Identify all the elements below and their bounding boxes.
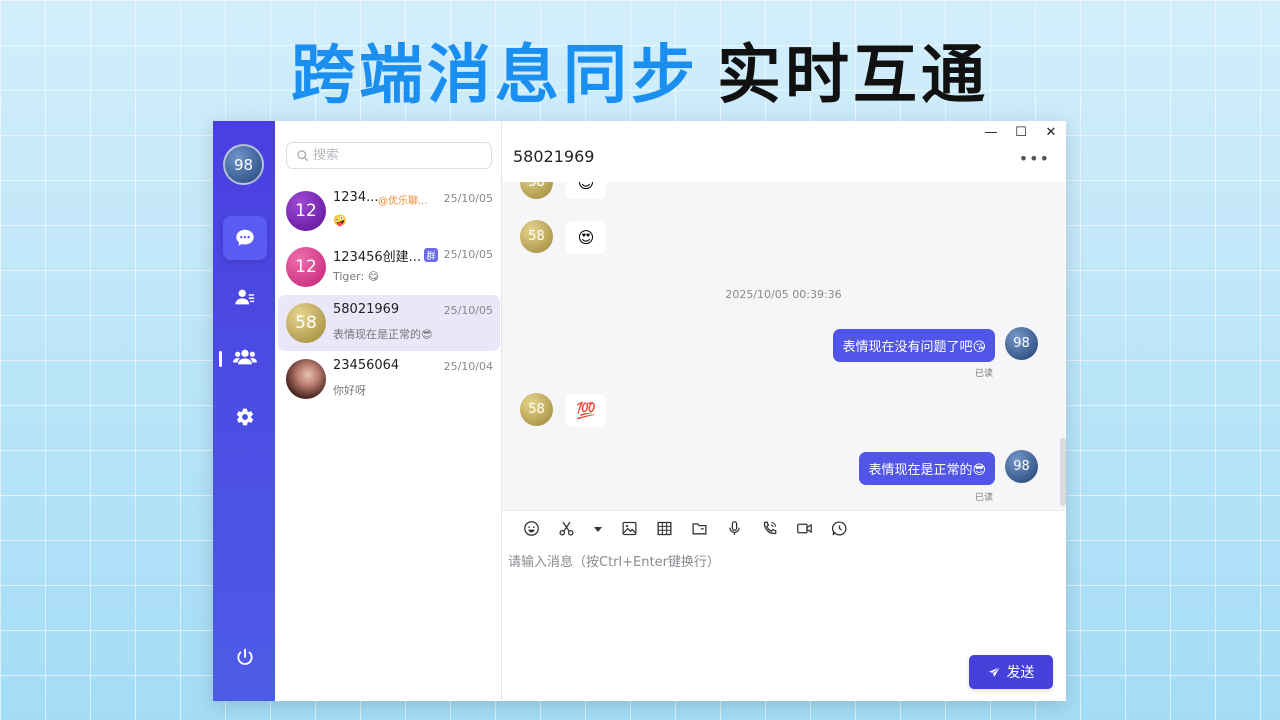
group-icon bbox=[233, 349, 257, 365]
screenshot-options-dropdown[interactable] bbox=[584, 511, 612, 547]
conversation-date: 25/10/05 bbox=[443, 192, 493, 205]
headline-part1: 跨端消息同步 bbox=[291, 39, 699, 113]
more-options-button[interactable]: ••• bbox=[1019, 149, 1050, 168]
conversation-preview: 表情现在是正常的😎 bbox=[333, 328, 433, 341]
conversation-preview: 你好呀 bbox=[333, 384, 366, 397]
message-avatar[interactable]: 98 bbox=[1005, 327, 1038, 360]
conversation-avatar: 12 bbox=[286, 191, 326, 231]
voice-call-button[interactable] bbox=[752, 511, 787, 547]
nav-chats[interactable] bbox=[223, 216, 267, 260]
emoji-message: 💯 bbox=[566, 394, 606, 427]
phone-icon bbox=[763, 521, 777, 535]
window-controls: — ☐ ✕ bbox=[984, 125, 1058, 140]
power-icon bbox=[237, 648, 253, 665]
screenshot-button[interactable] bbox=[549, 511, 584, 547]
mention-tag: @优乐聊... bbox=[378, 196, 428, 207]
search-icon bbox=[297, 150, 308, 161]
maximize-button[interactable]: ☐ bbox=[1014, 125, 1028, 140]
read-status: 已读 bbox=[975, 493, 994, 503]
image-button[interactable] bbox=[612, 511, 647, 547]
table-button[interactable] bbox=[647, 511, 682, 547]
nav-rail: 98 bbox=[213, 121, 275, 701]
image-icon bbox=[622, 521, 637, 536]
user-avatar[interactable]: 98 bbox=[223, 144, 264, 185]
conversation-date: 25/10/04 bbox=[443, 360, 493, 373]
my-message-bubble: 表情现在没有问题了吧😘 bbox=[833, 329, 995, 362]
conversation-date: 25/10/05 bbox=[443, 248, 493, 261]
read-status: 已读 bbox=[975, 369, 994, 379]
conversation-item[interactable]: 23456064 25/10/04 你好呀 bbox=[278, 351, 500, 407]
close-button[interactable]: ✕ bbox=[1044, 125, 1058, 140]
search-box[interactable] bbox=[286, 142, 492, 169]
emoji-button[interactable] bbox=[514, 511, 549, 547]
message-avatar[interactable]: 98 bbox=[1005, 450, 1038, 483]
nav-settings[interactable] bbox=[223, 395, 267, 439]
file-button[interactable] bbox=[682, 511, 717, 547]
nav-contacts[interactable] bbox=[223, 275, 267, 319]
video-camera-icon bbox=[797, 523, 812, 534]
message-timestamp: 2025/10/05 00:39:36 bbox=[725, 288, 842, 301]
scrollbar[interactable] bbox=[1060, 438, 1066, 506]
message-avatar[interactable]: 58 bbox=[520, 182, 553, 199]
chat-app-window: 98 12 1234... @优乐聊... 25/10/05 🤪 bbox=[213, 121, 1066, 701]
conversation-preview: 🤪 bbox=[333, 214, 347, 227]
contact-list-icon bbox=[235, 289, 255, 305]
clock-chat-icon bbox=[831, 521, 847, 536]
caret-down-icon bbox=[594, 526, 602, 532]
message-list[interactable]: 58 😊 58 😍 2025/10/05 00:39:36 表情现在没有问题了吧… bbox=[502, 182, 1065, 510]
minimize-button[interactable]: — bbox=[984, 125, 998, 140]
smiley-icon bbox=[524, 521, 539, 536]
chat-title: 58021969 bbox=[513, 147, 595, 166]
conversation-list: 12 1234... @优乐聊... 25/10/05 🤪 12 123456创… bbox=[275, 121, 502, 701]
video-call-button[interactable] bbox=[787, 511, 822, 547]
my-message-bubble: 表情现在是正常的😎 bbox=[859, 452, 995, 485]
conversation-preview: Tiger: 😋 bbox=[333, 270, 380, 283]
conversation-date: 25/10/05 bbox=[443, 304, 493, 317]
paper-plane-icon bbox=[988, 666, 1000, 677]
conversation-avatar: 58 bbox=[286, 303, 326, 343]
logout-button[interactable] bbox=[223, 635, 267, 679]
microphone-icon bbox=[729, 521, 740, 535]
photo-avatar bbox=[286, 359, 326, 399]
table-icon bbox=[657, 521, 672, 536]
conversation-item[interactable]: 12 1234... @优乐聊... 25/10/05 🤪 bbox=[278, 183, 500, 239]
headline: 跨端消息同步 实时互通 bbox=[0, 24, 1280, 116]
chat-panel: — ☐ ✕ 58021969 ••• 58 😊 58 😍 2025/10/05 … bbox=[502, 121, 1066, 701]
group-badge: 群 bbox=[424, 248, 438, 262]
nav-groups[interactable] bbox=[223, 335, 267, 379]
conversation-name: 123456创建... bbox=[333, 250, 422, 265]
scissors-icon bbox=[559, 521, 574, 536]
active-indicator bbox=[219, 351, 222, 367]
search-input[interactable] bbox=[313, 148, 483, 163]
chat-bubble-icon bbox=[236, 229, 254, 246]
emoji-message: 😊 bbox=[566, 182, 606, 199]
folder-icon bbox=[692, 523, 707, 535]
conversation-item[interactable]: 12 123456创建... 群 25/10/05 Tiger: 😋 bbox=[278, 239, 500, 295]
message-input[interactable] bbox=[508, 551, 1048, 641]
conversation-name: 23456064 bbox=[333, 358, 400, 373]
send-button[interactable]: 发送 bbox=[969, 655, 1053, 689]
message-avatar[interactable]: 58 bbox=[520, 220, 553, 253]
compose-toolbar bbox=[502, 510, 1065, 546]
conversation-avatar: 12 bbox=[286, 247, 326, 287]
headline-part2: 实时互通 bbox=[717, 39, 989, 113]
emoji-message: 😍 bbox=[566, 221, 606, 254]
history-button[interactable] bbox=[822, 511, 857, 547]
conversation-item-active[interactable]: 58 58021969 25/10/05 表情现在是正常的😎 bbox=[278, 295, 500, 351]
voice-button[interactable] bbox=[717, 511, 752, 547]
send-button-label: 发送 bbox=[1006, 665, 1035, 681]
conversation-name: 1234... bbox=[333, 190, 379, 205]
message-avatar[interactable]: 58 bbox=[520, 393, 553, 426]
gear-icon bbox=[236, 408, 254, 426]
conversation-name: 58021969 bbox=[333, 302, 400, 317]
